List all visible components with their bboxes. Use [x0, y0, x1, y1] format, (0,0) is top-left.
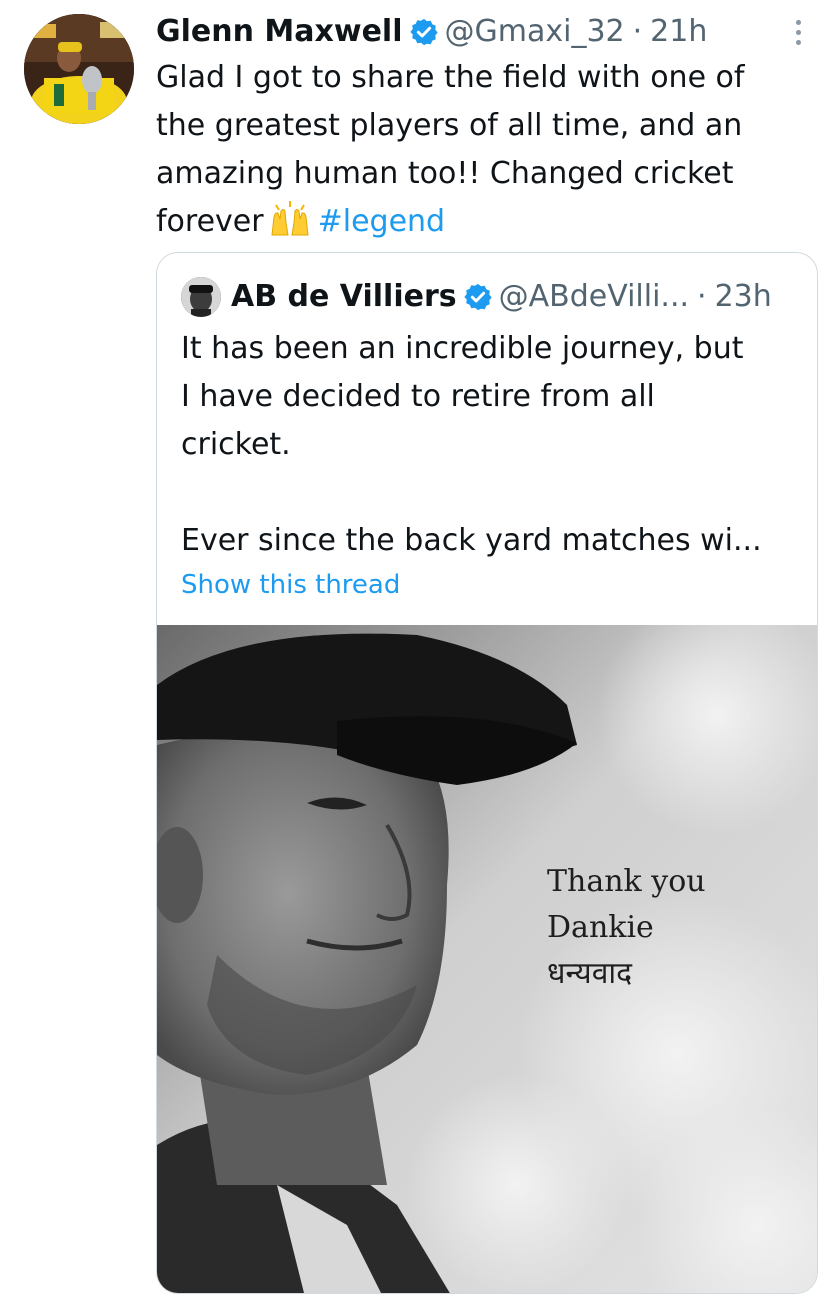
author-handle[interactable]: @Gmaxi_32	[445, 10, 625, 54]
avatar[interactable]	[24, 14, 134, 124]
more-options-icon[interactable]	[784, 14, 812, 50]
tweet-text-line: Glad I got to share the field with one o…	[156, 60, 745, 95]
quoted-text-line: I have decided to retire from all	[181, 379, 655, 414]
verified-badge-icon	[463, 282, 493, 312]
quoted-tweet-image[interactable]: Thank you Dankie धन्यवाद	[157, 625, 817, 1293]
quoted-author-handle[interactable]: @ABdeVilli...	[499, 273, 689, 321]
quoted-text-line: It has been an incredible journey, but	[181, 331, 744, 366]
show-thread-link[interactable]: Show this thread	[181, 565, 400, 605]
image-overlay-text: Thank you Dankie धन्यवाद	[547, 859, 706, 997]
hashtag-link[interactable]: #legend	[318, 204, 446, 239]
verified-badge-icon	[409, 17, 439, 47]
author-name[interactable]: Glenn Maxwell	[156, 10, 403, 54]
raising-hands-icon	[268, 199, 312, 252]
quoted-tweet-header: AB de Villiers @ABdeVilli... · 23h	[181, 273, 772, 321]
overlay-line-hindi: धन्यवाद	[547, 956, 633, 991]
quoted-tweet-card[interactable]: AB de Villiers @ABdeVilli... · 23h It ha…	[156, 252, 818, 1294]
tweet-text-word: forever	[156, 204, 264, 239]
quoted-avatar[interactable]	[181, 277, 221, 317]
separator-dot: ·	[697, 279, 707, 314]
overlay-line-afrikaans: Dankie	[547, 910, 654, 945]
overlay-line-english: Thank you	[547, 864, 706, 899]
tweet-text-line: the greatest players of all time, and an	[156, 108, 743, 143]
quoted-text-continuation: Ever since the back yard matches wi...	[181, 523, 762, 558]
separator-dot: ·	[632, 14, 643, 49]
quoted-author-name[interactable]: AB de Villiers	[231, 273, 457, 321]
quoted-timestamp[interactable]: 23h	[715, 273, 772, 321]
tweet-timestamp[interactable]: 21h	[650, 10, 707, 54]
tweet-header: Glenn Maxwell @Gmaxi_32 · 21h	[156, 10, 707, 54]
tweet-text: Glad I got to share the field with one o…	[156, 54, 816, 252]
tweet-text-line: amazing human too!! Changed cricket	[156, 156, 734, 191]
quoted-text-line: cricket.	[181, 427, 291, 462]
quoted-tweet-text: It has been an incredible journey, but I…	[181, 325, 801, 565]
tweet-text-line-last: forever #legend	[156, 198, 816, 252]
